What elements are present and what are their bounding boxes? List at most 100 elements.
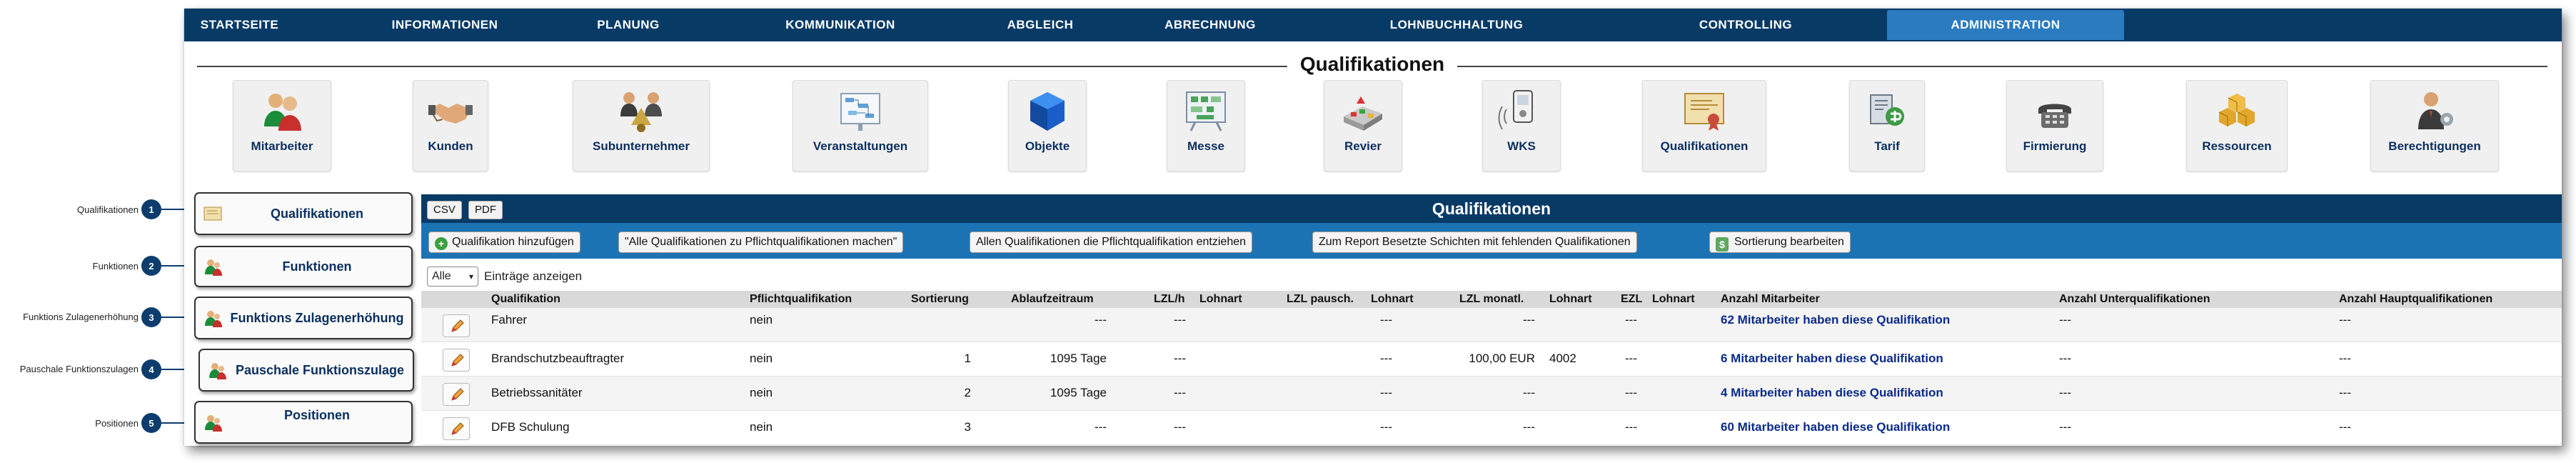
- telephone-icon: [2038, 104, 2071, 128]
- page-title: Qualifikationen: [1287, 53, 1458, 76]
- remove-all-mandatory-button[interactable]: Allen Qualifikationen die Pflichtqualifi…: [970, 231, 1253, 253]
- cell-lzl-h: ---: [1174, 420, 1186, 434]
- nav-administration[interactable]: ADMINISTRATION: [1887, 10, 2124, 40]
- edit-row-button[interactable]: [443, 349, 470, 372]
- annotation-label-3: Funktions Zulagenerhöhung: [23, 312, 139, 322]
- col-lohnart-3[interactable]: Lohnart: [1549, 291, 1592, 308]
- cell-anzahl-mitarbeiter-link[interactable]: 6 Mitarbeiter haben diese Qualifikation: [1721, 342, 1943, 375]
- sidemenu-qualifikationen[interactable]: Qualifikationen: [194, 192, 413, 235]
- nav-startseite[interactable]: STARTSEITE: [184, 9, 295, 41]
- nav-informationen[interactable]: INFORMATIONEN: [359, 9, 530, 41]
- cell-ezl: ---: [1625, 313, 1637, 327]
- col-lohnart-2[interactable]: Lohnart: [1371, 291, 1414, 308]
- sidemenu-funktionen[interactable]: Funktionen: [194, 246, 413, 287]
- module-qualifikationen[interactable]: Qualifikationen: [1642, 80, 1766, 171]
- panel-title: Qualifikationen: [1432, 199, 1551, 218]
- col-anzahl-mitarbeiter[interactable]: Anzahl Mitarbeiter: [1721, 291, 1820, 308]
- col-lzl-h[interactable]: LZL/h: [1154, 291, 1185, 308]
- cell-pflicht: nein: [750, 420, 773, 434]
- page-length-select[interactable]: Alle ▾: [427, 267, 478, 287]
- sidemenu-funktions-zulagenerhoehung[interactable]: Funktions Zulagenerhöhung: [194, 297, 413, 339]
- cell-ezl: ---: [1625, 386, 1637, 399]
- table-row: Betriebssanitäter nein 2 1095 Tage --- -…: [421, 377, 2562, 411]
- cell-lzl-monatl: ---: [1523, 386, 1535, 399]
- sidemenu-positionen[interactable]: Positionen: [194, 401, 413, 444]
- col-ezl[interactable]: EZL: [1621, 291, 1642, 308]
- nav-controlling[interactable]: CONTROLLING: [1674, 9, 1817, 41]
- make-all-mandatory-button[interactable]: "Alle Qualifikationen zu Pflichtqualifik…: [618, 231, 904, 253]
- sidemenu-label: Funktionen: [282, 259, 352, 274]
- edit-row-button[interactable]: [443, 383, 470, 406]
- col-lzl-monatl[interactable]: LZL monatl.: [1459, 291, 1524, 308]
- cell-unterqualifikationen: ---: [2059, 386, 2071, 399]
- annotation-label-5: Positionen: [95, 418, 139, 429]
- col-qualifikation[interactable]: Qualifikation: [491, 291, 560, 308]
- module-messe[interactable]: Messe: [1167, 80, 1245, 171]
- module-subunternehmer[interactable]: Subunternehmer: [573, 80, 710, 171]
- col-anzahl-unterqualifikationen[interactable]: Anzahl Unterqualifikationen: [2059, 291, 2210, 308]
- module-label: Subunternehmer: [592, 139, 690, 153]
- nav-planung[interactable]: PLANUNG: [575, 9, 682, 41]
- col-lohnart-1[interactable]: Lohnart: [1199, 291, 1242, 308]
- pdf-export-button[interactable]: PDF: [468, 201, 503, 219]
- nav-kommunikation[interactable]: KOMMUNIKATION: [762, 9, 919, 41]
- module-tarif[interactable]: Tarif: [1849, 80, 1925, 171]
- module-label: Tarif: [1874, 139, 1900, 153]
- module-label: Qualifikationen: [1660, 139, 1749, 153]
- button-label: Qualifikation hinzufügen: [452, 236, 574, 248]
- device-icon: [1498, 90, 1533, 130]
- module-mitarbeiter[interactable]: Mitarbeiter: [233, 80, 331, 171]
- module-firmierung[interactable]: Firmierung: [2006, 80, 2103, 171]
- module-label: Objekte: [1025, 139, 1070, 153]
- chevron-down-icon: ▾: [468, 272, 473, 282]
- cell-anzahl-mitarbeiter-link[interactable]: 4 Mitarbeiter haben diese Qualifikation: [1721, 377, 1943, 409]
- edit-sorting-button[interactable]: $ Sortierung bearbeiten: [1709, 231, 1851, 253]
- module-veranstaltungen[interactable]: Veranstaltungen: [793, 80, 928, 171]
- page-title-bar: Qualifikationen: [197, 53, 2547, 81]
- add-qualification-button[interactable]: + Qualifikation hinzufügen: [428, 231, 580, 253]
- nav-lohnbuchhaltung[interactable]: LOHNBUCHHALTUNG: [1371, 9, 1542, 41]
- people-icon: [205, 259, 222, 276]
- col-lohnart-4[interactable]: Lohnart: [1652, 291, 1695, 308]
- screenshot-stage: Qualifikationen Funktionen Funktions Zul…: [0, 0, 2576, 463]
- cell-anzahl-mitarbeiter-link[interactable]: 60 Mitarbeiter haben diese Qualifikation: [1721, 411, 1950, 444]
- csv-export-button[interactable]: CSV: [427, 201, 462, 219]
- sidemenu-pauschale-funktionszulage[interactable]: Pauschale Funktionszulage: [198, 349, 414, 392]
- col-sortierung[interactable]: Sortierung: [911, 291, 969, 308]
- col-lzl-pausch[interactable]: LZL pausch.: [1287, 291, 1354, 308]
- sort-icon: $: [1716, 237, 1729, 252]
- nav-abgleich[interactable]: ABGLEICH: [983, 9, 1097, 41]
- module-label: Veranstaltungen: [812, 139, 908, 153]
- cell-pflicht: nein: [750, 352, 773, 365]
- col-ablaufzeitraum[interactable]: Ablaufzeitraum: [1011, 291, 1094, 308]
- cell-qualifikation: DFB Schulung: [491, 420, 570, 434]
- module-berechtigungen[interactable]: Berechtigungen: [2370, 80, 2499, 171]
- module-label: Firmierung: [2023, 139, 2087, 153]
- certificate-icon: [203, 206, 222, 221]
- module-objekte[interactable]: Objekte: [1008, 80, 1087, 171]
- module-kunden[interactable]: Kunden: [413, 80, 488, 171]
- people-icon: [264, 94, 301, 131]
- cell-qualifikation: Betriebssanitäter: [491, 386, 583, 399]
- nav-abrechnung[interactable]: ABRECHNUNG: [1146, 9, 1274, 41]
- report-missing-qualifications-button[interactable]: Zum Report Besetzte Schichten mit fehlen…: [1312, 231, 1637, 253]
- pencil-icon: [451, 319, 464, 332]
- exhibition-board-icon: [1186, 91, 1226, 131]
- annotation-badge-5: 5: [141, 413, 161, 433]
- people-icon: [205, 311, 222, 327]
- cell-hauptqualifikationen: ---: [2339, 420, 2351, 434]
- app-window: STARTSEITE INFORMATIONEN PLANUNG KOMMUNI…: [184, 9, 2562, 446]
- module-ressourcen[interactable]: Ressourcen: [2186, 80, 2288, 171]
- col-anzahl-hauptqualifikationen[interactable]: Anzahl Hauptqualifikationen: [2339, 291, 2492, 308]
- tariff-icon: [1870, 94, 1904, 126]
- page-length-control: Alle ▾ Einträge anzeigen: [427, 266, 582, 287]
- edit-row-button[interactable]: [443, 417, 470, 440]
- cell-anzahl-mitarbeiter-link[interactable]: 62 Mitarbeiter haben diese Qualifikation: [1721, 308, 1950, 332]
- edit-row-button[interactable]: [443, 314, 470, 337]
- module-revier[interactable]: Revier: [1324, 80, 1402, 171]
- col-pflichtqualifikation[interactable]: Pflichtqualifikation: [750, 291, 852, 308]
- cell-unterqualifikationen: ---: [2059, 420, 2071, 434]
- handshake-icon: [428, 104, 473, 124]
- cell-qualifikation: Fahrer: [491, 313, 528, 327]
- module-wks[interactable]: WKS: [1482, 80, 1561, 171]
